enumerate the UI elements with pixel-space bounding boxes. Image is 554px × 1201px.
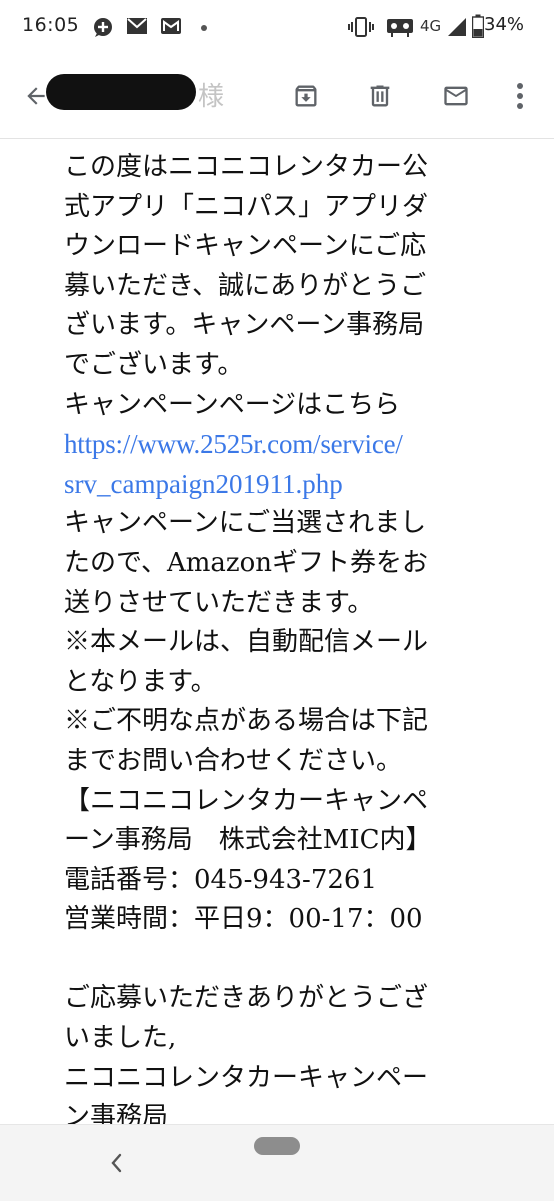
mail-unread-icon [444, 86, 468, 106]
more-vert-icon [517, 83, 523, 109]
status-time: 16:05 [22, 14, 80, 36]
archive-icon [295, 85, 317, 107]
mail-line: ニコニコレンタカーキャンペー [64, 1062, 429, 1093]
mail-line: この度はニコニコレンタカー公 [64, 152, 429, 182]
archive-button[interactable] [284, 74, 328, 118]
battery-percentage: 34% [484, 14, 525, 35]
mail-line: ざいます。キャンペーン事務局 [64, 310, 425, 341]
mail-line: でございます。 [64, 349, 244, 380]
nav-back-button[interactable] [104, 1145, 128, 1181]
mail-line: までお問い合わせください。 [64, 745, 403, 776]
delete-icon [370, 85, 390, 107]
mail-notification-icon [127, 18, 147, 34]
status-bar: 16:05 4G 34% [0, 0, 554, 56]
mail-line: 式アプリ「ニコパス」アプリダ [64, 191, 429, 222]
mail-line: ※ご不明な点がある場合は下記 [64, 706, 429, 737]
mark-unread-button[interactable] [434, 74, 478, 118]
vpn-key-icon [387, 19, 413, 37]
phone-number-line: 電話番号：045-943-7261 [64, 864, 377, 895]
battery-icon [472, 14, 484, 38]
more-notifications-dot-icon [201, 25, 207, 31]
mail-line: キャンペーンページはこちら [64, 389, 401, 420]
sender-name-redacted [46, 74, 196, 110]
mail-line: キャンペーンにご当選されまし [64, 508, 427, 539]
chevron-left-icon [111, 1153, 122, 1173]
mail-line: ※本メールは、自動配信メール [64, 627, 429, 658]
mail-line: ーン事務局 株式会社MIC内】 [64, 825, 432, 856]
chat-notification-icon [94, 18, 112, 37]
mail-line: 【ニコニコレンタカーキャンペ [64, 785, 429, 816]
more-options-button[interactable] [498, 74, 542, 118]
business-hours-line: 営業時間：平日9：00-17：00 [64, 904, 423, 935]
mail-body: この度はニコニコレンタカー公 式アプリ「ニコパス」アプリダ ウンロードキャンペー… [64, 148, 504, 1138]
back-arrow-icon [27, 87, 45, 105]
system-navigation-bar [0, 1124, 554, 1201]
nav-home-pill[interactable] [254, 1137, 300, 1155]
campaign-link-continued[interactable]: srv_campaign201911.php [64, 465, 504, 505]
mail-line: ご応募いただきありがとうござ [64, 983, 429, 1014]
mail-line: たので、Amazonギフト券をお [64, 547, 428, 578]
mail-line: 送りさせていただきます。 [64, 587, 374, 618]
campaign-link-line-2: srv_campaign201911.php [64, 468, 343, 499]
vibrate-icon [348, 17, 374, 37]
delete-button[interactable] [358, 74, 402, 118]
mail-line: いました, [64, 1023, 177, 1054]
campaign-link-line-1: https://www.2525r.com/service/ [64, 429, 403, 460]
gmail-notification-icon [161, 18, 181, 34]
mail-line: ウンロードキャンペーンにご応 [64, 231, 427, 262]
mail-line: 募いただき、誠にありがとうご [64, 270, 427, 301]
sender-honorific: 様 [198, 82, 225, 112]
mail-toolbar: 様 [0, 56, 554, 139]
signal-icon [448, 18, 466, 36]
campaign-link[interactable]: https://www.2525r.com/service/ [64, 425, 504, 465]
network-type: 4G [420, 17, 442, 35]
mail-line: となります。 [64, 666, 217, 697]
